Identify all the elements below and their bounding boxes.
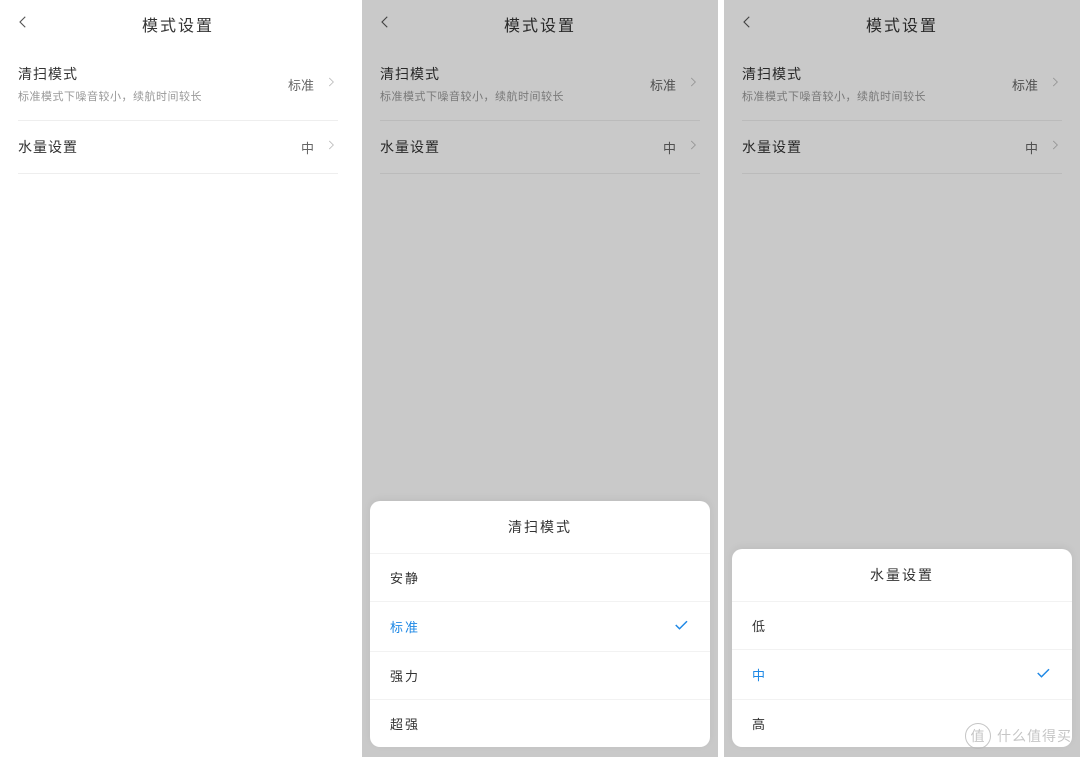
row-value: 中 — [301, 138, 314, 157]
header: 模式设置 — [0, 0, 356, 48]
page-title: 模式设置 — [142, 12, 214, 36]
row-cleaning-mode[interactable]: 清扫模式 标准模式下噪音较小，续航时间较长 标准 — [742, 48, 1062, 121]
watermark-text: 什么值得买 — [997, 726, 1072, 746]
chevron-right-icon — [1048, 138, 1062, 157]
check-icon — [672, 616, 690, 637]
chevron-left-icon — [738, 13, 756, 36]
chevron-right-icon — [686, 138, 700, 157]
row-water-level[interactable]: 水量设置 中 — [380, 121, 700, 174]
chevron-left-icon — [376, 13, 394, 36]
back-button[interactable] — [376, 0, 394, 48]
back-button[interactable] — [14, 0, 32, 48]
row-value: 标准 — [288, 75, 314, 94]
sheet-option-strong[interactable]: 强力 — [370, 652, 710, 700]
row-label: 清扫模式 — [18, 64, 288, 84]
back-button[interactable] — [738, 0, 756, 48]
sheet-title: 水量设置 — [732, 549, 1072, 602]
action-sheet-water: 水量设置 低 中 高 — [732, 549, 1072, 747]
chevron-right-icon — [324, 138, 338, 157]
row-water-level[interactable]: 水量设置 中 — [18, 121, 338, 174]
sheet-option-low[interactable]: 低 — [732, 602, 1072, 650]
row-cleaning-mode[interactable]: 清扫模式 标准模式下噪音较小，续航时间较长 标准 — [18, 48, 338, 121]
chevron-left-icon — [14, 13, 32, 36]
chevron-right-icon — [1048, 75, 1062, 94]
watermark: 值 什么值得买 — [965, 723, 1072, 749]
check-icon — [1034, 664, 1052, 685]
sheet-option-max[interactable]: 超强 — [370, 700, 710, 747]
screen-cleaning-picker: 模式设置 清扫模式 标准模式下噪音较小，续航时间较长 标准 水量设置 中 清扫模… — [362, 0, 718, 757]
screen-settings: 模式设置 清扫模式 标准模式下噪音较小，续航时间较长 标准 水量设置 中 — [0, 0, 356, 757]
watermark-badge-icon: 值 — [965, 723, 991, 749]
row-subtitle: 标准模式下噪音较小，续航时间较长 — [18, 88, 288, 104]
sheet-option-quiet[interactable]: 安静 — [370, 554, 710, 602]
row-label: 水量设置 — [18, 137, 301, 157]
sheet-title: 清扫模式 — [370, 501, 710, 554]
page-title: 模式设置 — [504, 12, 576, 36]
action-sheet-cleaning: 清扫模式 安静 标准 强力 超强 — [370, 501, 710, 747]
sheet-option-medium[interactable]: 中 — [732, 650, 1072, 700]
row-cleaning-mode[interactable]: 清扫模式 标准模式下噪音较小，续航时间较长 标准 — [380, 48, 700, 121]
sheet-option-standard[interactable]: 标准 — [370, 602, 710, 652]
chevron-right-icon — [324, 75, 338, 94]
row-water-level[interactable]: 水量设置 中 — [742, 121, 1062, 174]
chevron-right-icon — [686, 75, 700, 94]
screen-water-picker: 模式设置 清扫模式 标准模式下噪音较小，续航时间较长 标准 水量设置 中 水量设… — [724, 0, 1080, 757]
page-title: 模式设置 — [866, 12, 938, 36]
